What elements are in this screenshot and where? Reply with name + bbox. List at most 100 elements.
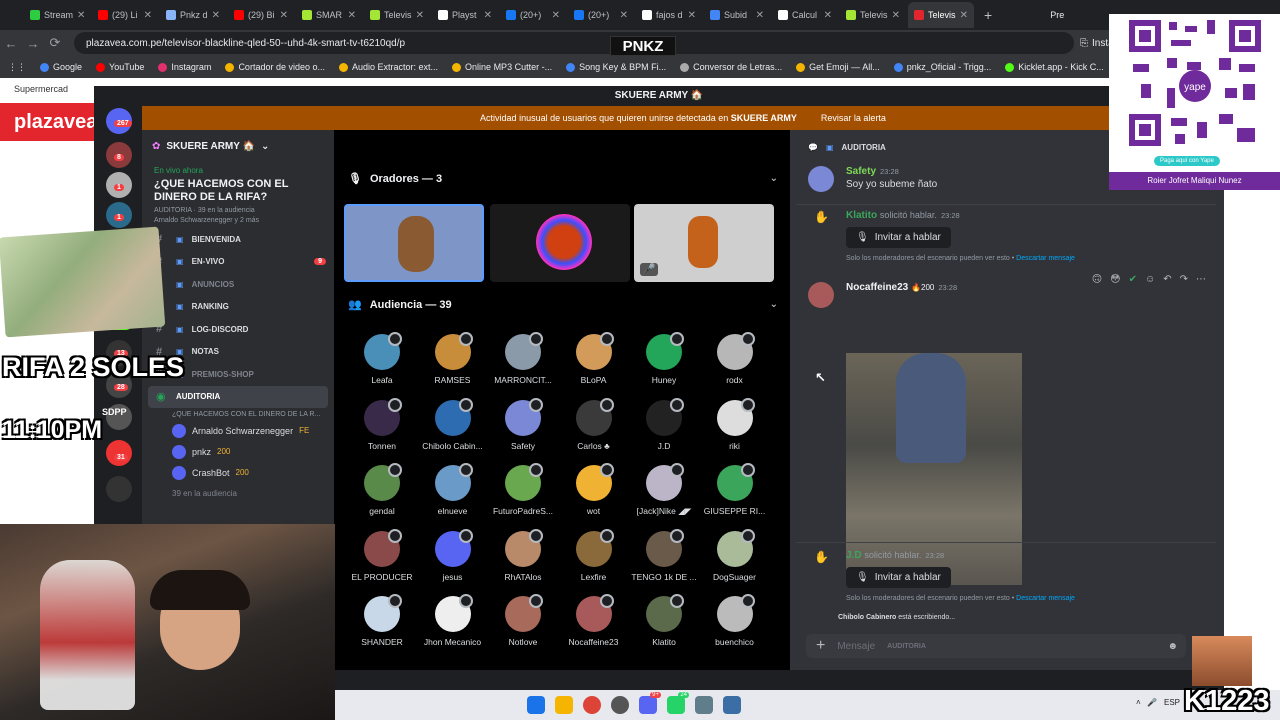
close-tab-icon[interactable]: ✕ [892,10,900,21]
live-stage-card[interactable]: En vivo ahora ¿QUE HACEMOS CON EL DINERO… [148,162,328,228]
invite-to-speak-button[interactable]: 🎙 Invitar a hablar [846,567,951,588]
invite-to-speak-button[interactable]: 🎙 Invitar a hablar [846,227,951,248]
dismiss-message-link[interactable]: Descartar mensaje [1016,595,1075,602]
audience-member[interactable]: rodx [700,332,770,385]
audience-member[interactable]: FuturoPadreS... [488,463,558,516]
close-tab-icon[interactable]: ✕ [756,10,764,21]
browser-tab[interactable]: SMAR ✕ [296,2,362,28]
forward-icon[interactable]: → [22,36,44,51]
close-tab-icon[interactable]: ✕ [348,10,356,21]
reply-icon[interactable]: ↶ [1163,274,1171,285]
audience-member[interactable]: buenchico [700,594,770,647]
audience-member[interactable]: EL PRODUCER [347,528,417,582]
voice-user[interactable]: pnkz 200 [142,441,334,462]
calculator-icon[interactable] [695,696,713,714]
channel-item[interactable]: # ▣ LOG-DISCORD [142,318,334,341]
bookmark-item[interactable]: Kicklet.app - Kick C... [1005,62,1104,72]
browser-tab[interactable]: Televis ✕ [364,2,430,28]
review-alert-link[interactable]: Revisar la alerta [821,113,886,123]
audience-member[interactable]: Huney [629,332,699,385]
reaction-icon[interactable]: 🙃 [1092,274,1102,285]
voice-user[interactable]: Arnaldo Schwarzenegger FE [142,420,334,441]
reaction-icon[interactable]: 😳 [1110,274,1120,285]
plus-icon[interactable]: + [816,637,825,655]
windows-start-icon[interactable] [527,696,545,714]
obs-icon[interactable] [611,696,629,714]
browser-tab[interactable]: Televis ✕ [908,2,974,28]
speaker-tile-1[interactable] [344,204,484,282]
audience-member[interactable]: jesus [418,528,488,582]
reload-icon[interactable]: ⟳ [44,35,66,51]
browser-tab[interactable]: Calcul ✕ [772,2,838,28]
bookmark-item[interactable]: Online MP3 Cutter -... [452,62,552,72]
bookmark-item[interactable]: YouTube [96,62,144,72]
close-tab-icon[interactable]: ✕ [688,10,696,21]
browser-tab[interactable]: (29) Li ✕ [92,2,158,28]
close-tab-icon[interactable]: ✕ [960,10,968,21]
supermercado-link[interactable]: Supermercad [0,84,68,94]
browser-tab[interactable]: Pnkz d ✕ [160,2,226,28]
bookmark-item[interactable]: Audio Extractor: ext... [339,62,438,72]
speaker-tile-3[interactable]: 🎤 [634,204,774,282]
whatsapp-icon[interactable]: 24 [667,692,689,714]
audience-member[interactable]: riki [700,397,770,451]
guild-label[interactable]: SDPP [102,407,127,417]
speakers-header[interactable]: 🎙 Oradores — 3 ⌄ [348,172,778,186]
username[interactable]: Klatito [846,210,877,221]
bookmark-item[interactable]: pnkz_Oficial - Trigg... [893,62,991,72]
audience-member[interactable]: [Jack]Nike ◢◤ [629,463,699,517]
username[interactable]: Nocaffeine23 [846,282,908,293]
audience-member[interactable]: Lexfire [559,528,629,582]
bookmark-item[interactable]: Google [40,62,82,72]
audience-member[interactable]: RhATAlos [488,528,558,582]
url-input[interactable]: plazavea.com.pe/televisor-blackline-qled… [74,32,1074,54]
audience-member[interactable]: SHANDER [347,594,417,647]
channel-item[interactable]: #▣ANUNCIOS [142,273,334,296]
bookmark-item[interactable]: Conversor de Letras... [680,62,782,72]
browser-tab[interactable]: Stream ✕ [24,2,90,28]
file-explorer-icon[interactable] [555,696,573,714]
add-reaction-icon[interactable]: ☺ [1145,274,1155,285]
notepad-icon[interactable] [723,696,741,714]
close-tab-icon[interactable]: ✕ [824,10,832,21]
speaker-tile-2[interactable] [490,204,630,282]
forward-icon[interactable]: ↷ [1180,274,1188,285]
browser-tab[interactable]: Playst ✕ [432,2,498,28]
close-tab-icon[interactable]: ✕ [144,10,152,21]
close-tab-icon[interactable]: ✕ [552,10,560,21]
checkmark-icon[interactable]: ✔ [1129,274,1137,285]
close-tab-icon[interactable]: ✕ [416,10,424,21]
audience-member[interactable]: Tonnen [347,397,417,451]
more-icon[interactable]: ⋯ [1196,274,1206,285]
chrome-icon[interactable] [583,696,601,714]
browser-tab[interactable]: (20+) ✕ [500,2,566,28]
audience-member[interactable]: BLoPA [559,332,629,385]
audience-member[interactable]: wot [559,463,629,516]
close-tab-icon[interactable]: ✕ [212,10,220,21]
voice-user[interactable]: CrashBot 200 [142,462,334,483]
browser-tab[interactable]: Televis ✕ [840,2,906,28]
server-header[interactable]: ✿ SKUERE ARMY 🏠 ⌄ [142,130,334,162]
audience-member[interactable]: Safety [488,397,558,451]
discord-taskbar-icon[interactable]: 9+ [639,692,661,714]
profile-button[interactable]: Pre [1050,10,1064,20]
language-indicator[interactable]: ESP [1164,698,1180,707]
browser-tab[interactable]: fajos d ✕ [636,2,702,28]
audience-header[interactable]: 👥 Audiencia — 39 ⌄ [348,298,778,312]
close-tab-icon[interactable]: ✕ [77,10,85,21]
audience-member[interactable]: Nocaffeine23 [559,594,629,647]
emoji-icon[interactable]: ☻ [1167,641,1178,652]
channel-item[interactable]: #▣EN-VIVO9 [142,251,334,274]
audience-member[interactable]: Notlove [488,594,558,647]
username[interactable]: Safety [846,166,876,177]
bookmark-item[interactable]: Cortador de video o... [225,62,325,72]
close-tab-icon[interactable]: ✕ [280,10,288,21]
audience-member[interactable]: MARRONCIT... [488,332,558,385]
audience-member[interactable]: Chibolo Cabin... [418,397,488,451]
audience-member[interactable]: RAMSES [418,332,488,385]
audience-member[interactable]: GIUSEPPE RI... [700,463,770,516]
audience-member[interactable]: gendal [347,463,417,516]
server-icon[interactable] [106,476,132,502]
audience-member[interactable]: TENGO 1k DE ... [629,528,699,582]
plazavea-logo[interactable]: plazavea [0,103,97,141]
